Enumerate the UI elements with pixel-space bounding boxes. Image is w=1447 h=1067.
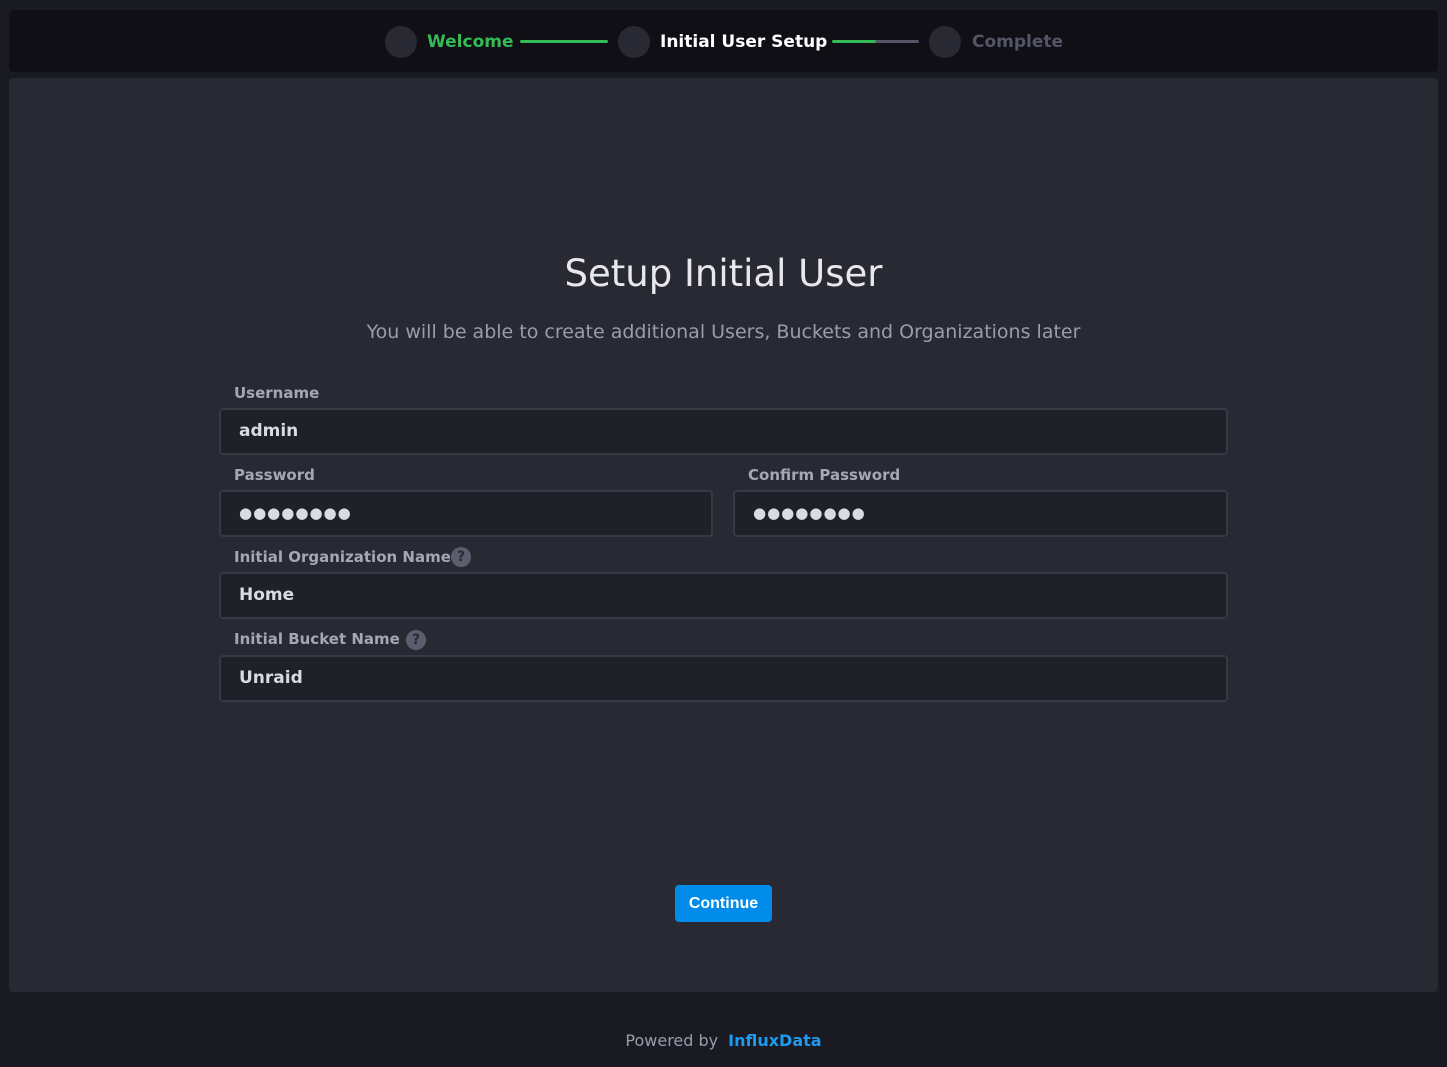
bucket-name-label: Initial Bucket Name xyxy=(234,630,400,648)
step-welcome-label: Welcome xyxy=(427,32,514,52)
username-input[interactable]: admin xyxy=(219,408,1228,455)
powered-by-text: Powered by xyxy=(625,1031,719,1050)
page-subtitle: You will be able to create additional Us… xyxy=(366,321,1081,343)
org-help-icon[interactable]: ? xyxy=(451,547,471,567)
password-label: Password xyxy=(234,466,315,484)
confirm-password-input[interactable]: ●●●●●●●● xyxy=(733,490,1228,537)
influxdata-link[interactable]: InfluxData xyxy=(728,1031,821,1050)
setup-panel: Setup Initial User You will be able to c… xyxy=(9,78,1438,992)
bucket-help-icon[interactable]: ? xyxy=(406,630,426,650)
page-title: Setup Initial User xyxy=(564,252,883,295)
org-name-input[interactable]: Home xyxy=(219,572,1228,619)
footer: Powered by InfluxData xyxy=(0,1030,1447,1052)
step-connector-2 xyxy=(832,40,919,43)
bucket-name-input[interactable]: Unraid xyxy=(219,655,1228,702)
username-label: Username xyxy=(234,384,320,402)
step-welcome-circle-icon xyxy=(385,26,417,58)
setup-stepper: Welcome Initial User Setup Complete xyxy=(9,10,1438,72)
step-user-setup-label: Initial User Setup xyxy=(660,32,828,52)
step-user-setup-circle-icon xyxy=(618,26,650,58)
step-complete-circle-icon xyxy=(929,26,961,58)
confirm-password-label: Confirm Password xyxy=(748,466,901,484)
org-name-label: Initial Organization Name xyxy=(234,548,451,566)
password-input[interactable]: ●●●●●●●● xyxy=(219,490,713,537)
continue-button[interactable]: Continue xyxy=(675,885,772,922)
step-connector-1 xyxy=(520,40,608,43)
step-complete-label: Complete xyxy=(972,32,1064,52)
